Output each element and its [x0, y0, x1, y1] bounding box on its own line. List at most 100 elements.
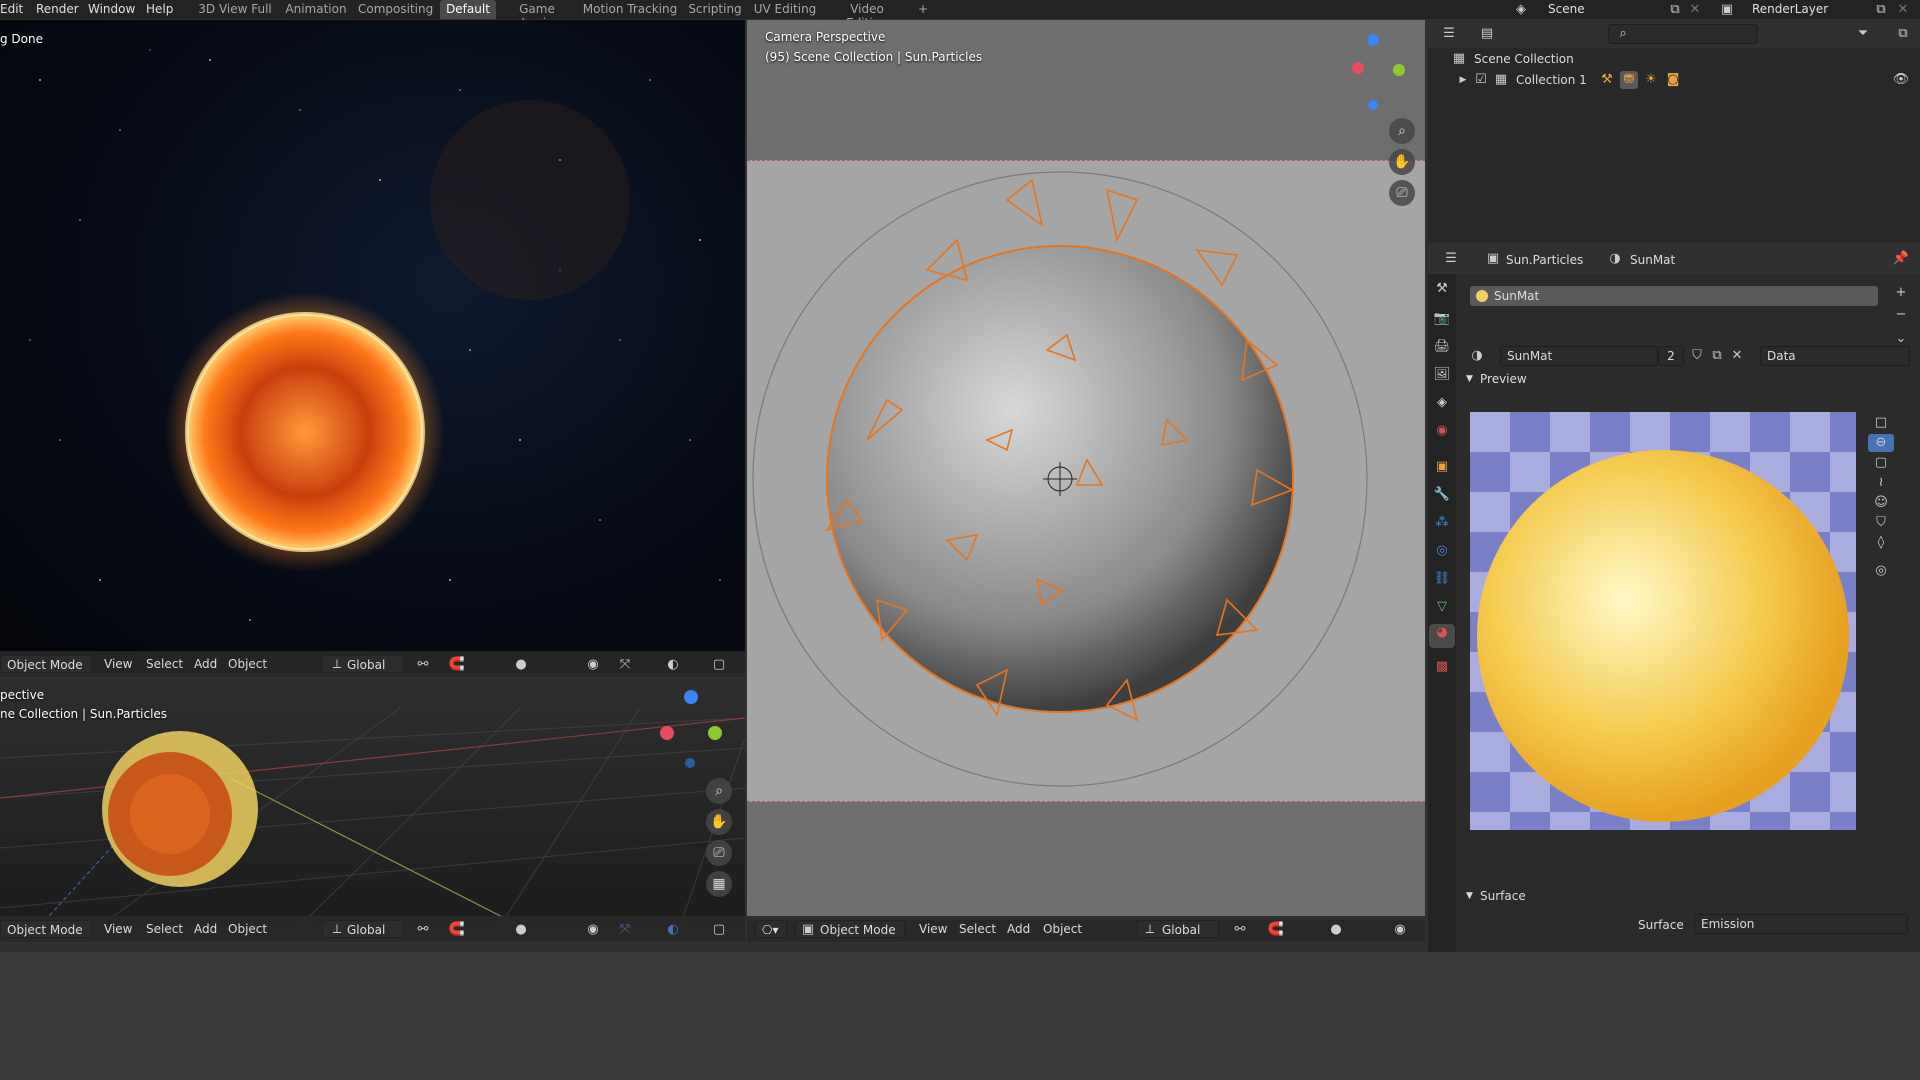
surface-section-label[interactable]: Surface	[1480, 889, 1526, 903]
light-icon[interactable]: ☀	[1642, 71, 1660, 89]
pan-hand-icon-cam[interactable]: ✋	[1389, 149, 1415, 175]
render-viewport[interactable]: g Done	[0, 20, 745, 673]
pan-hand-icon[interactable]: ✋	[706, 809, 732, 835]
add-slot-icon[interactable]: +	[1892, 284, 1910, 302]
object-menu-2[interactable]: Object	[228, 922, 267, 936]
proportional-icon-2[interactable]: ●	[512, 921, 530, 939]
output-tab-icon[interactable]: 🖨	[1433, 338, 1451, 356]
snap-icon-3[interactable]: 🧲	[1267, 921, 1285, 939]
object-mode-dropdown-2[interactable]: Object Mode	[0, 920, 92, 938]
menu-window[interactable]: Window	[88, 2, 135, 16]
view-menu-2[interactable]: View	[104, 922, 132, 936]
select-menu-2[interactable]: Select	[146, 922, 183, 936]
collection-checkbox[interactable]: ☑	[1472, 71, 1490, 89]
tool-tab-icon[interactable]: ⚒	[1433, 280, 1451, 298]
properties-editor-type-icon[interactable]: ☰	[1442, 250, 1460, 268]
tab-scripting[interactable]: Scripting	[686, 0, 744, 19]
render-tab-icon[interactable]: 📷	[1433, 310, 1451, 328]
tab-motion-tracking[interactable]: Motion Tracking	[582, 0, 678, 19]
add-menu-3[interactable]: Add	[1007, 922, 1030, 936]
material-slot-name[interactable]: SunMat	[1494, 289, 1539, 303]
new-scene-icon[interactable]: ⧉	[1666, 1, 1684, 19]
particles-tab-icon[interactable]: ⁂	[1433, 514, 1451, 532]
tab-animation[interactable]: Animation	[284, 0, 348, 19]
scene-collection-label[interactable]: Scene Collection	[1474, 52, 1574, 66]
delete-layer-icon[interactable]: ✕	[1894, 1, 1912, 19]
world-tab-icon[interactable]: ◉	[1433, 422, 1451, 440]
material-slot-list[interactable]: SunMat	[1470, 286, 1878, 306]
snap-icon[interactable]: 🧲	[448, 656, 466, 674]
preview-collapse-icon[interactable]: ▼	[1466, 374, 1473, 384]
select-menu-3[interactable]: Select	[959, 922, 996, 936]
visibility-icon-3[interactable]: ◉	[1391, 921, 1409, 939]
editor-type-button[interactable]: ⎔▾	[755, 920, 787, 938]
zoom-icon[interactable]: ⌕	[706, 778, 732, 804]
tab-uv-editing[interactable]: UV Editing	[752, 0, 818, 19]
armature-icon[interactable]: ⚒	[1598, 71, 1616, 89]
tab-video-editing[interactable]: Video Editing	[828, 0, 906, 30]
object-menu-3[interactable]: Object	[1043, 922, 1082, 936]
constraints-tab-icon[interactable]: ⛓	[1433, 570, 1451, 588]
preview-world-icon[interactable]: ◎	[1872, 562, 1890, 580]
new-layer-icon[interactable]: ⧉	[1872, 1, 1890, 19]
editor-type-icon[interactable]: ☰	[1440, 25, 1458, 43]
preview-fluid-icon[interactable]: ◊	[1872, 534, 1890, 552]
delete-scene-icon[interactable]: ✕	[1686, 1, 1704, 19]
pivot-icon-3[interactable]: ⚯	[1231, 921, 1249, 939]
gizmo-icon[interactable]: ⤧	[616, 656, 634, 674]
unlink-material-icon[interactable]: ✕	[1728, 347, 1746, 365]
add-menu-2[interactable]: Add	[194, 922, 217, 936]
visibility-icon-2[interactable]: ◉	[584, 921, 602, 939]
render-layer-icon[interactable]: ▣	[1718, 1, 1736, 19]
gizmo-x-axis-cam[interactable]	[1352, 62, 1364, 74]
material-browse-icon[interactable]: ◑	[1468, 347, 1486, 365]
proportional-icon-3[interactable]: ●	[1327, 921, 1345, 939]
preview-monkey-icon[interactable]: ☺	[1872, 494, 1890, 512]
preview-panel-label[interactable]: Preview	[1480, 372, 1527, 386]
new-collection-icon[interactable]: ⧉	[1894, 25, 1912, 43]
tab-compositing[interactable]: Compositing	[358, 0, 433, 19]
fake-user-icon[interactable]: ⛉	[1688, 347, 1706, 365]
surface-shader-dropdown[interactable]: Emission	[1694, 914, 1908, 934]
pivot-icon[interactable]: ⚯	[414, 656, 432, 674]
add-menu[interactable]: Add	[194, 657, 217, 671]
collection-1-label[interactable]: Collection 1	[1516, 73, 1587, 87]
object-menu[interactable]: Object	[228, 657, 267, 671]
view-menu[interactable]: View	[104, 657, 132, 671]
link-dropdown[interactable]: Data	[1760, 346, 1910, 366]
eye-visibility-icon[interactable]: 👁	[1892, 71, 1910, 89]
tab-default[interactable]: Default	[440, 0, 496, 19]
surface-collapse-icon[interactable]: ▼	[1466, 891, 1473, 901]
xray-icon-2[interactable]: ▢	[710, 921, 728, 939]
preview-cube-icon[interactable]: ▢	[1872, 454, 1890, 472]
menu-render[interactable]: Render	[36, 2, 79, 16]
ortho-grid-icon[interactable]: ▦	[706, 871, 732, 897]
camera-view-icon-cam[interactable]: ⎚	[1389, 180, 1415, 206]
scene-tab-icon[interactable]: ◈	[1433, 394, 1451, 412]
zoom-icon-cam[interactable]: ⌕	[1389, 118, 1415, 144]
material-tab-icon[interactable]: ◕	[1429, 624, 1455, 648]
preview-hair-icon[interactable]: ≀	[1872, 474, 1890, 492]
user-count[interactable]: 2	[1658, 346, 1684, 366]
scene-name[interactable]: Scene	[1548, 2, 1585, 16]
gizmo-y-axis[interactable]	[708, 726, 722, 740]
menu-edit[interactable]: Edit	[0, 2, 23, 16]
snap-icon-2[interactable]: 🧲	[448, 921, 466, 939]
add-workspace-button[interactable]: +	[912, 0, 934, 19]
camera-view-icon[interactable]: ⎚	[706, 840, 732, 866]
preview-cloth-icon[interactable]: ⛉	[1872, 514, 1890, 532]
data-tab-icon[interactable]: ▽	[1433, 598, 1451, 616]
pivot-icon-2[interactable]: ⚯	[414, 921, 432, 939]
preview-flat-icon[interactable]: □	[1872, 414, 1890, 432]
preview-sphere-icon[interactable]: ⊖	[1868, 434, 1894, 452]
view-menu-3[interactable]: View	[919, 922, 947, 936]
overlay-icon[interactable]: ◐	[664, 656, 682, 674]
duplicate-material-icon[interactable]: ⧉	[1708, 347, 1726, 365]
expand-arrow-icon[interactable]: ▶	[1454, 71, 1472, 89]
gizmo-z-axis-cam[interactable]	[1367, 34, 1379, 46]
scene-icon[interactable]: ◈	[1512, 1, 1530, 19]
tab-3d-view-full[interactable]: 3D View Full	[196, 0, 274, 19]
visibility-icon[interactable]: ◉	[584, 656, 602, 674]
proportional-icon[interactable]: ●	[512, 656, 530, 674]
display-mode-icon[interactable]: ▤	[1478, 25, 1496, 43]
